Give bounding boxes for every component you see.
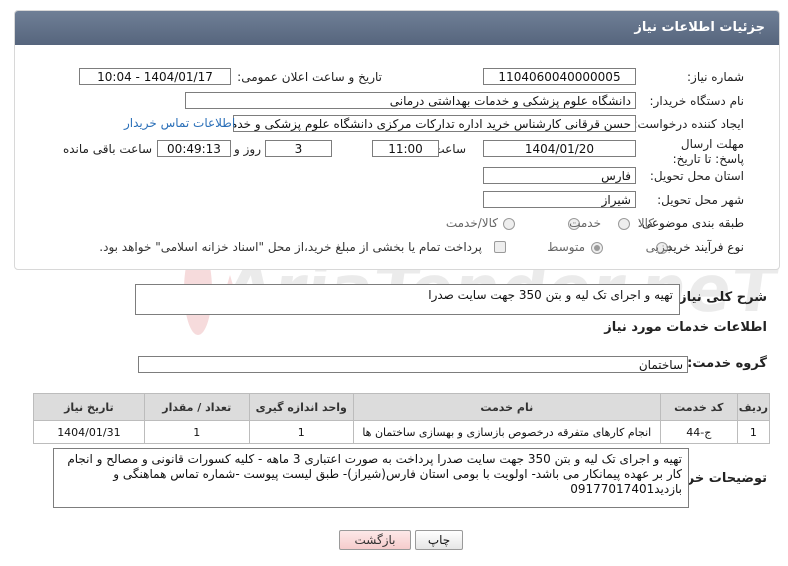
need-number-label: شماره نیاز: — [687, 70, 744, 84]
service-group-field: ساختمان — [138, 356, 688, 373]
cell-service-code: ج-44 — [659, 420, 738, 444]
services-table: ردیف کد خدمت نام خدمت واحد اندازه گیری ت… — [33, 393, 771, 444]
cell-row: 1 — [736, 420, 771, 444]
print-button[interactable]: چاپ — [415, 530, 463, 550]
radio-goods[interactable] — [618, 218, 630, 230]
col-need-date: تاریخ نیاز — [33, 393, 145, 421]
buyer-org-field: دانشگاه علوم پزشکی و خدمات بهداشتی درمان… — [185, 92, 636, 109]
service-group-label: گروه خدمت: — [687, 356, 767, 371]
col-row: ردیف — [736, 393, 771, 421]
cell-unit: 1 — [248, 420, 354, 444]
col-unit: واحد اندازه گیری — [248, 393, 354, 421]
cell-need-date: 1404/01/31 — [33, 420, 145, 444]
city-label: شهر محل تحویل: — [657, 193, 744, 207]
cell-quantity: 1 — [143, 420, 250, 444]
announce-datetime-field: 1404/01/17 - 10:04 — [79, 68, 231, 85]
city-field: شیراز — [483, 191, 636, 208]
description-field: تهیه و اجرای تک لیه و بتن 350 جهت سایت ص… — [135, 284, 680, 315]
buyer-notes-field: تهیه و اجرای تک لیه و بتن 350 جهت سایت ص… — [53, 448, 689, 508]
treasury-checkbox[interactable] — [494, 241, 506, 253]
col-service-code: کد خدمت — [659, 393, 738, 421]
services-info-heading: اطلاعات خدمات مورد نیاز — [604, 320, 767, 335]
buyer-org-label: نام دستگاه خریدار: — [649, 94, 745, 108]
requester-field: حسن قرقانی کارشناس خرید اداره تدارکات مر… — [233, 115, 636, 132]
treasury-note: پرداخت تمام یا بخشی از مبلغ خرید،از محل … — [99, 240, 482, 254]
back-button[interactable]: بازگشت — [339, 530, 411, 550]
col-quantity: تعداد / مقدار — [143, 393, 250, 421]
province-field: فارس — [483, 167, 636, 184]
radio-goods-label: کالا — [637, 216, 654, 230]
cell-service-name: انجام کارهای متفرقه درخصوص بازسازی و بهس… — [352, 420, 661, 444]
col-service-name: نام خدمت — [352, 393, 661, 421]
deadline-time-field: 11:00 — [372, 140, 439, 157]
table-header-row: ردیف کد خدمت نام خدمت واحد اندازه گیری ت… — [33, 393, 771, 421]
announce-datetime-label: تاریخ و ساعت اعلان عمومی: — [237, 70, 382, 84]
radio-medium[interactable] — [591, 242, 603, 254]
radio-partial-label: جزیی — [645, 240, 673, 254]
province-label: استان محل تحویل: — [649, 169, 744, 183]
buyer-contact-link[interactable]: اطلاعات تماس خریدار — [124, 116, 235, 130]
radio-goods-service[interactable] — [503, 218, 515, 230]
days-label: روز و — [234, 142, 261, 156]
remaining-label: ساعت باقی مانده — [62, 142, 152, 156]
panel-title: جزئیات اطلاعات نیاز — [15, 11, 779, 45]
remaining-time-field: 00:49:13 — [157, 140, 231, 157]
table-row: 1 ج-44 انجام کارهای متفرقه درخصوص بازساز… — [33, 420, 771, 444]
deadline-date-field: 1404/01/20 — [483, 140, 636, 157]
need-number-field: 1104060040000005 — [483, 68, 636, 85]
deadline-label: مهلت ارسال پاسخ: تا تاریخ: — [672, 137, 744, 166]
radio-goods-service-label: کالا/خدمت — [445, 216, 498, 230]
description-label: شرح کلی نیاز: — [673, 290, 767, 305]
requester-label: ایجاد کننده درخواست: — [633, 117, 744, 131]
radio-medium-label: متوسط — [547, 240, 585, 254]
radio-service-label: خدمت — [569, 216, 601, 230]
days-field: 3 — [265, 140, 332, 157]
